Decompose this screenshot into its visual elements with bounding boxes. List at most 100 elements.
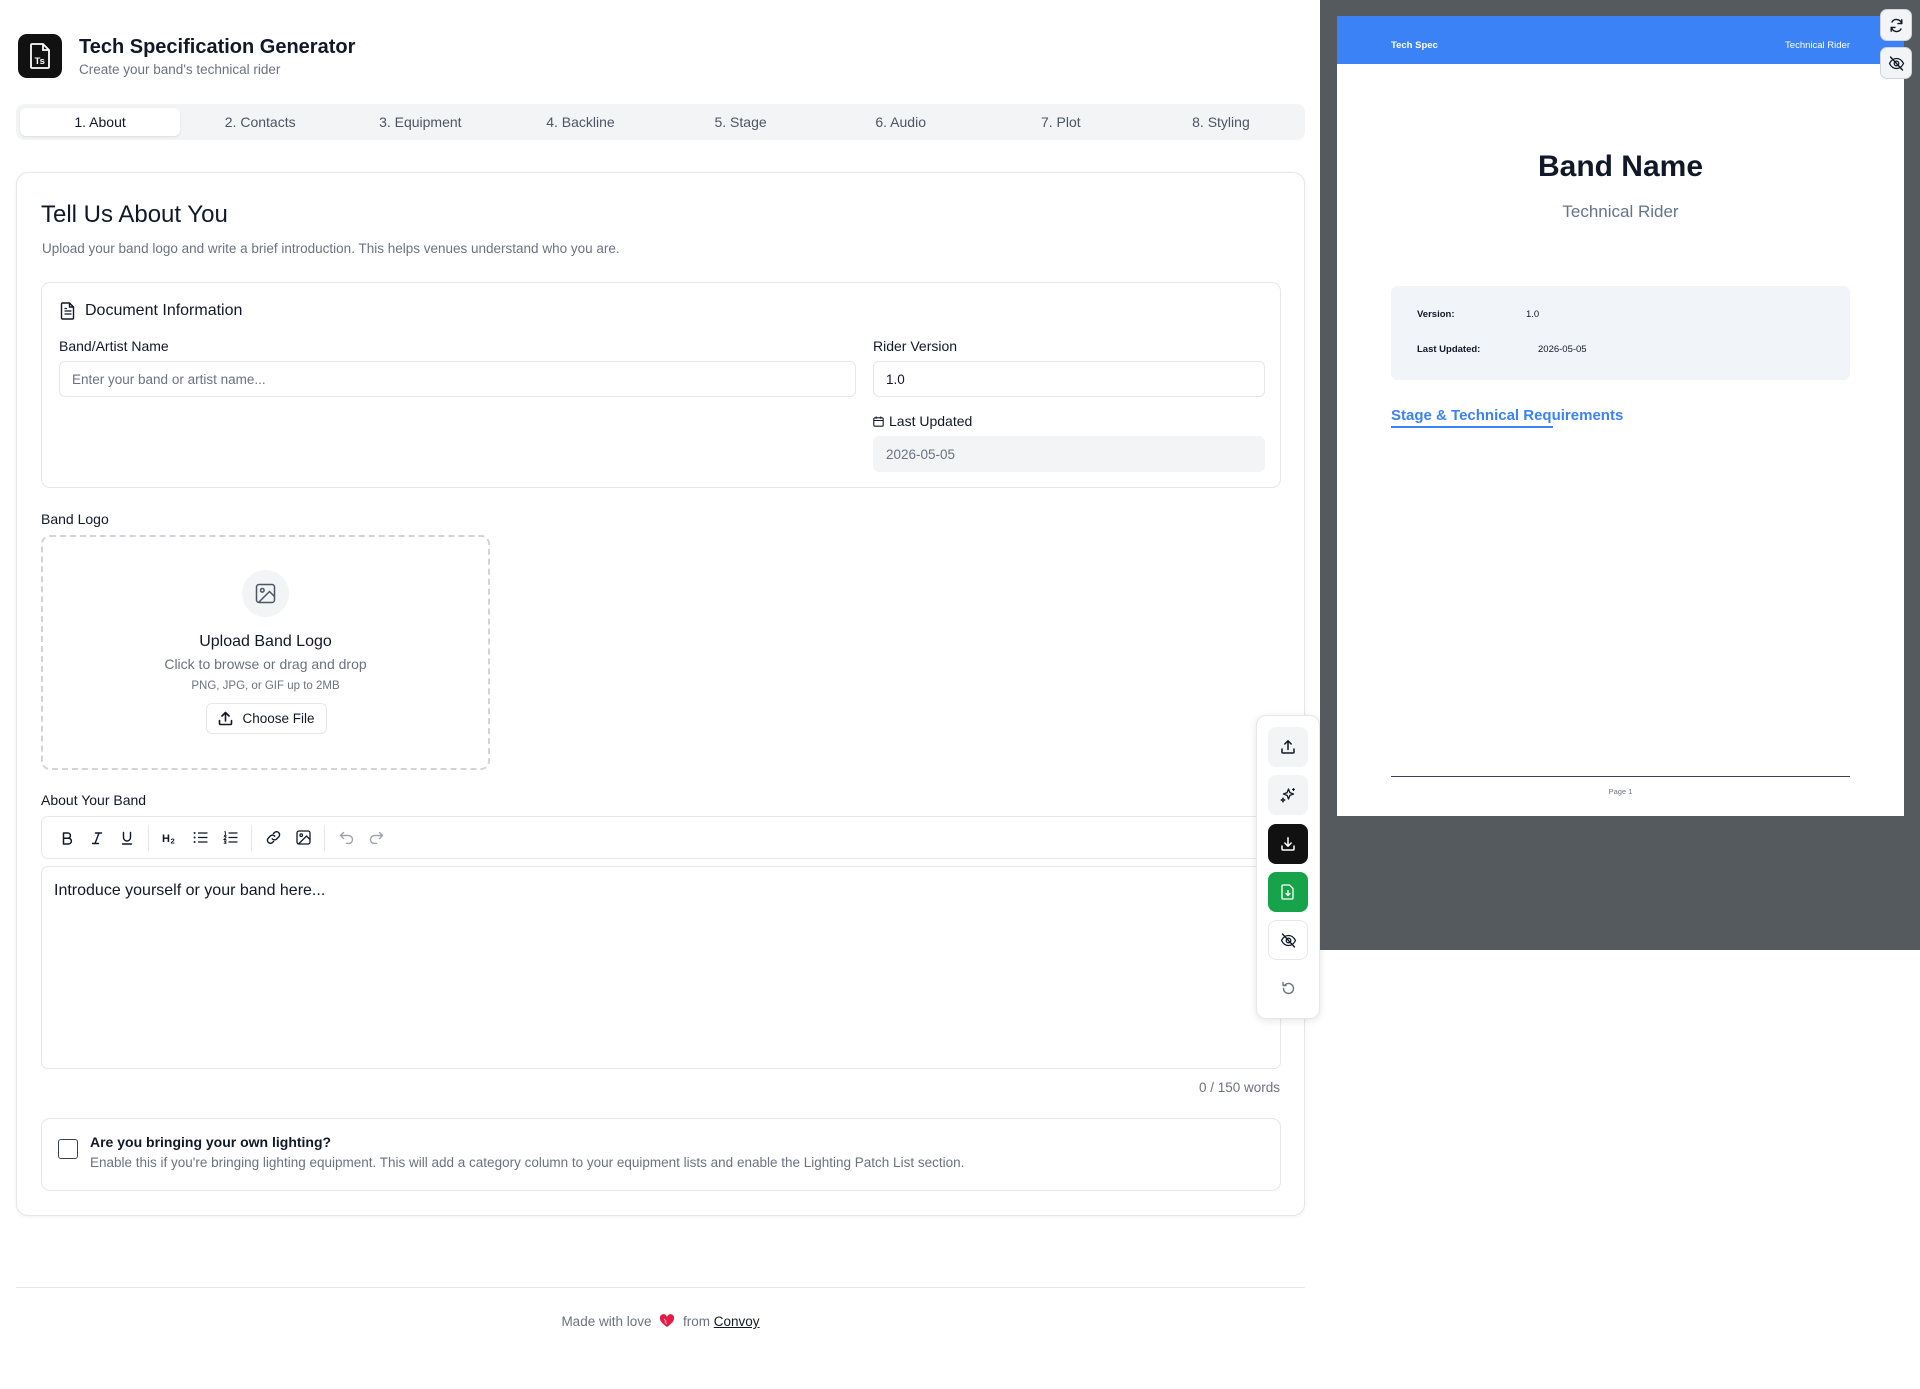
undo-icon bbox=[339, 831, 353, 844]
bold-icon bbox=[62, 831, 73, 845]
import-button[interactable] bbox=[1268, 727, 1308, 767]
underline-button[interactable] bbox=[112, 824, 142, 852]
footer: Made with love from Convoy bbox=[561, 1314, 760, 1329]
refresh-preview-button[interactable] bbox=[1880, 9, 1912, 41]
calendar-icon bbox=[873, 416, 884, 427]
tab-stage[interactable]: 5. Stage bbox=[661, 108, 821, 136]
toolbar-divider bbox=[324, 824, 325, 851]
tab-equipment[interactable]: 3. Equipment bbox=[340, 108, 500, 136]
download-icon bbox=[1281, 837, 1295, 851]
export-file-button[interactable] bbox=[1268, 872, 1308, 912]
convoy-link[interactable]: Convoy bbox=[714, 1314, 760, 1329]
rider-version-input[interactable] bbox=[873, 361, 1265, 397]
tab-styling[interactable]: 8. Styling bbox=[1141, 108, 1301, 136]
about-card: Tell Us About You Upload your band logo … bbox=[16, 172, 1320, 1216]
preview-page-number: Page 1 bbox=[1608, 787, 1633, 796]
preview-header-right: Technical Rider bbox=[1785, 40, 1850, 51]
editor-toolbar: H2 bbox=[41, 816, 1281, 859]
page-title: Tell Us About You bbox=[41, 201, 228, 228]
preview-version-value: 1.0 bbox=[1526, 309, 1540, 320]
hide-preview-toggle[interactable] bbox=[1880, 47, 1912, 79]
svg-text:H: H bbox=[162, 833, 170, 845]
app-title: Tech Specification Generator bbox=[79, 35, 356, 58]
own-lighting-checkbox[interactable] bbox=[58, 1139, 78, 1159]
lighting-option: Are you bringing your own lighting? Enab… bbox=[41, 1118, 1281, 1191]
upload-subtitle: Click to browse or drag and drop bbox=[164, 656, 367, 672]
sparkles-button[interactable] bbox=[1268, 775, 1308, 815]
band-name-label: Band/Artist Name bbox=[59, 338, 169, 354]
tab-contacts[interactable]: 2. Contacts bbox=[180, 108, 340, 136]
about-band-editor[interactable]: Introduce yourself or your band here... bbox=[41, 866, 1281, 1069]
logo-dropzone[interactable]: Upload Band Logo Click to browse or drag… bbox=[41, 535, 490, 770]
heart-icon bbox=[660, 1314, 675, 1327]
last-updated-label: Last Updated bbox=[873, 413, 972, 429]
preview-version-label: Version: bbox=[1417, 309, 1455, 320]
upload-icon bbox=[1281, 740, 1295, 754]
preview-updated-label: Last Updated: bbox=[1417, 344, 1481, 355]
heading-2-icon: H2 bbox=[162, 833, 175, 845]
redo-icon bbox=[369, 831, 383, 844]
preview-band-name: Band Name bbox=[1537, 150, 1704, 183]
preview-page: Tech Spec Technical Rider Band Name Tech… bbox=[1337, 16, 1904, 816]
choose-file-button[interactable]: Choose File bbox=[206, 703, 327, 734]
tab-about[interactable]: 1. About bbox=[20, 108, 181, 136]
italic-icon bbox=[91, 831, 103, 844]
preview-updated-value: 2026-05-05 bbox=[1538, 344, 1587, 355]
toolbar-divider bbox=[148, 824, 149, 851]
file-text-icon bbox=[60, 302, 75, 320]
tab-plot[interactable]: 7. Plot bbox=[981, 108, 1141, 136]
page-description: Upload your band logo and write a brief … bbox=[42, 241, 620, 256]
upload-icon bbox=[219, 711, 233, 726]
file-export-icon bbox=[1281, 884, 1294, 900]
footer-divider bbox=[16, 1287, 1305, 1288]
preview-header-left: Tech Spec bbox=[1391, 40, 1438, 51]
bullet-list-icon bbox=[193, 832, 207, 843]
underline-icon bbox=[121, 831, 133, 845]
about-band-label: About Your Band bbox=[41, 792, 147, 808]
tab-audio[interactable]: 6. Audio bbox=[821, 108, 981, 136]
eye-off-icon bbox=[1280, 932, 1296, 948]
preview-footer-divider bbox=[1391, 776, 1850, 777]
band-logo-label: Band Logo bbox=[41, 511, 109, 527]
download-button[interactable] bbox=[1268, 824, 1308, 864]
svg-text:2: 2 bbox=[171, 836, 175, 845]
reset-button[interactable] bbox=[1268, 968, 1308, 1008]
heading-2-button[interactable]: H2 bbox=[155, 824, 185, 852]
preview-info-box: Version: 1.0 Last Updated: 2026-05-05 bbox=[1391, 286, 1850, 380]
toolbar-divider bbox=[251, 824, 252, 851]
step-tabs: 1. About 2. Contacts 3. Equipment 4. Bac… bbox=[16, 104, 1305, 140]
image-icon bbox=[255, 583, 276, 604]
undo-button[interactable] bbox=[331, 824, 361, 852]
last-updated-input bbox=[873, 436, 1265, 472]
word-count: 0 / 150 words bbox=[1198, 1080, 1280, 1095]
app-subtitle: Create your band's technical rider bbox=[79, 61, 281, 77]
tab-backline[interactable]: 4. Backline bbox=[500, 108, 660, 136]
ordered-list-button[interactable] bbox=[215, 824, 245, 852]
hide-preview-button[interactable] bbox=[1268, 920, 1308, 960]
app-header: Ts Tech Specification Generator Create y… bbox=[18, 34, 355, 78]
preview-section-title: Stage & Technical Requirements bbox=[1391, 407, 1624, 424]
reset-icon bbox=[1281, 981, 1294, 994]
upload-icon-badge bbox=[242, 570, 289, 617]
italic-button[interactable] bbox=[82, 824, 112, 852]
sparkles-icon bbox=[1279, 787, 1295, 803]
band-name-input[interactable] bbox=[59, 361, 856, 397]
link-button[interactable] bbox=[258, 824, 288, 852]
lighting-title: Are you bringing your own lighting? bbox=[90, 1134, 332, 1150]
app-logo: Ts bbox=[18, 34, 62, 78]
upload-hint: PNG, JPG, or GIF up to 2MB bbox=[191, 680, 340, 692]
svg-text:Ts: Ts bbox=[35, 56, 45, 67]
rider-version-label: Rider Version bbox=[873, 338, 958, 354]
eye-off-icon bbox=[1888, 55, 1904, 71]
link-icon bbox=[266, 831, 280, 844]
upload-title: Upload Band Logo bbox=[199, 633, 332, 650]
preview-subtitle: Technical Rider bbox=[1562, 202, 1679, 221]
lighting-description: Enable this if you're bringing lighting … bbox=[90, 1155, 965, 1170]
insert-image-button[interactable] bbox=[288, 824, 318, 852]
bold-button[interactable] bbox=[52, 824, 82, 852]
editor-placeholder: Introduce yourself or your band here... bbox=[54, 882, 326, 899]
document-information-panel: Document Information Band/Artist Name Ri… bbox=[41, 282, 1281, 488]
redo-button[interactable] bbox=[361, 824, 391, 852]
bullet-list-button[interactable] bbox=[185, 824, 215, 852]
ordered-list-icon bbox=[222, 831, 237, 844]
